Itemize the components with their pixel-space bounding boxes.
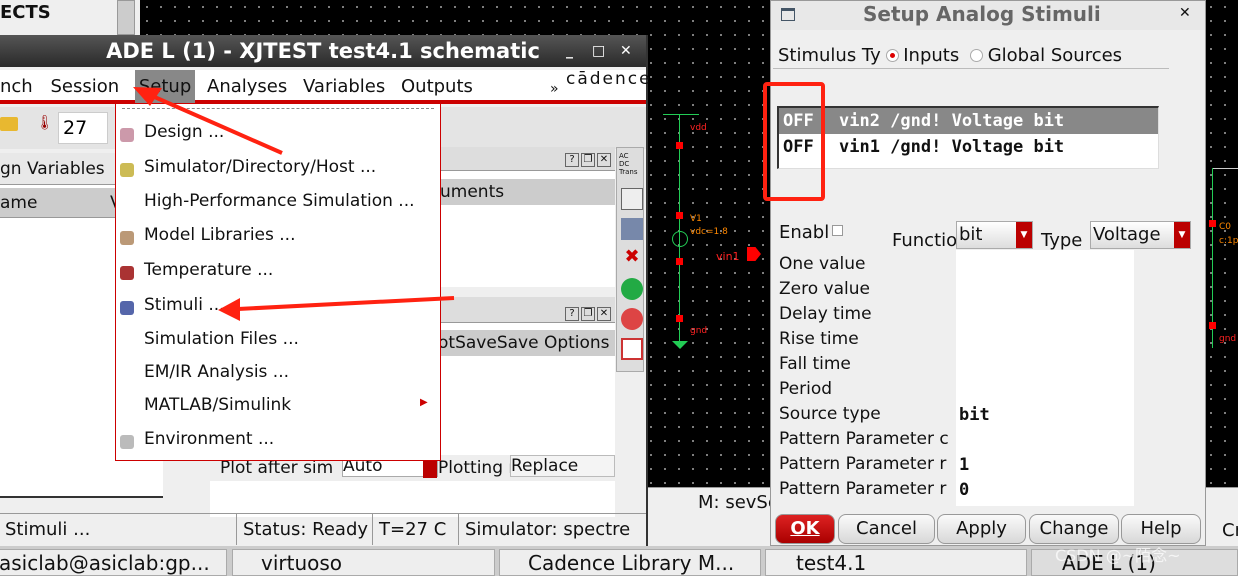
arrow-head bbox=[218, 298, 240, 321]
dialog-title: Setup Analog Stimuli bbox=[863, 2, 1101, 26]
param-label: Delay time bbox=[779, 304, 872, 324]
status-temperature: T=27 C bbox=[372, 514, 446, 545]
radio-inputs[interactable]: Inputs bbox=[886, 45, 959, 66]
param-label: Period bbox=[779, 379, 833, 399]
param-value-input[interactable] bbox=[959, 330, 1129, 353]
watermark: CSDN @~陌念~ bbox=[1055, 546, 1181, 565]
param-label: Zero value bbox=[779, 279, 870, 299]
radio-global-sources[interactable]: Global Sources bbox=[970, 45, 1122, 66]
list-item-selected[interactable]: OFF vin2 /gnd! Voltage bit bbox=[779, 108, 1158, 134]
param-label: One value bbox=[779, 254, 866, 274]
taskbar-item-terminal[interactable]: asiclab@asiclab:gp... bbox=[0, 549, 227, 576]
param-value-input[interactable] bbox=[959, 305, 1129, 328]
taskbar-item-schematic[interactable]: test4.1 bbox=[765, 549, 1027, 576]
cancel-button[interactable]: Cancel bbox=[838, 514, 935, 544]
enable-checkbox[interactable] bbox=[832, 225, 843, 236]
plotting-mode-label: Plotting r bbox=[438, 458, 516, 478]
change-button[interactable]: Change bbox=[1029, 514, 1119, 544]
instance-label: C0 bbox=[1219, 222, 1232, 232]
param-value-input[interactable] bbox=[959, 430, 1129, 453]
schematic-status-right: Cr bbox=[1222, 520, 1238, 541]
status-bar: Stimuli ... Status: Ready T=27 C Simulat… bbox=[0, 513, 646, 545]
schematic-mode-status: M: sevSe bbox=[698, 492, 779, 513]
pin-icon bbox=[747, 247, 761, 261]
setup-analog-stimuli-dialog: Setup Analog Stimuli ✕ Stimulus Ty Input… bbox=[770, 0, 1206, 546]
param-label: Pattern Parameter r bbox=[779, 479, 947, 499]
net-label: gnd bbox=[1219, 334, 1237, 344]
status-text: Status: Ready bbox=[236, 514, 368, 545]
dialog-title-bar[interactable]: Setup Analog Stimuli ✕ bbox=[771, 1, 1205, 30]
taskbar-item-virtuoso[interactable]: virtuoso bbox=[232, 549, 495, 576]
type-select[interactable]: Voltage ▼ bbox=[1090, 221, 1191, 249]
close-icon[interactable]: ✕ bbox=[1179, 5, 1191, 21]
param-label: Source type bbox=[779, 404, 881, 424]
param-value-input[interactable]: bit bbox=[959, 405, 1129, 428]
taskbar-item-library-manager[interactable]: Cadence Library M... bbox=[499, 549, 761, 576]
window-menu-icon[interactable] bbox=[781, 8, 795, 21]
status-hint: Stimuli ... bbox=[5, 519, 91, 540]
function-select[interactable]: bit ▼ bbox=[956, 221, 1033, 249]
param-label: c:1p bbox=[1219, 236, 1238, 246]
param-value-input[interactable]: 1 bbox=[959, 455, 1129, 478]
arrow-to-setup bbox=[149, 93, 283, 155]
menu-item[interactable]: Environment ... bbox=[116, 429, 438, 455]
ok-button[interactable]: OK bbox=[775, 514, 835, 544]
status-simulator: Simulator: spectre bbox=[458, 514, 630, 545]
list-item[interactable]: OFF vin1 /gnd! Voltage bit bbox=[779, 134, 1158, 160]
param-label: Rise time bbox=[779, 329, 859, 349]
param-value-input[interactable] bbox=[959, 380, 1129, 403]
plot-after-sim-label: Plot after sim bbox=[220, 458, 334, 478]
environment-icon bbox=[120, 435, 134, 449]
help-button[interactable]: Help bbox=[1121, 514, 1201, 544]
param-value-input[interactable] bbox=[959, 355, 1129, 378]
param-label: Pattern Parameter c bbox=[779, 429, 949, 449]
stimulus-type-label: Stimulus Ty bbox=[778, 45, 881, 66]
menu-item-label: Environment ... bbox=[144, 429, 275, 449]
function-label: Functio bbox=[892, 230, 958, 251]
param-label: Pattern Parameter r bbox=[779, 454, 947, 474]
apply-button[interactable]: Apply bbox=[937, 514, 1026, 544]
arrow-to-stimuli bbox=[237, 296, 455, 311]
annotation-highlight-box bbox=[763, 82, 825, 201]
schematic-canvas-right[interactable]: C0 c:1p gnd bbox=[1205, 0, 1238, 512]
param-value-input[interactable] bbox=[959, 280, 1129, 303]
plotting-mode-select[interactable]: Replace bbox=[510, 455, 615, 477]
enable-label: Enabl bbox=[779, 222, 830, 243]
annotation-arrows bbox=[133, 87, 455, 321]
pin-label: vin1 bbox=[716, 250, 740, 263]
stimuli-list[interactable]: OFF vin2 /gnd! Voltage bit OFF vin1 /gnd! … bbox=[777, 106, 1159, 169]
param-value-input[interactable] bbox=[959, 255, 1129, 278]
type-label: Type bbox=[1041, 230, 1083, 251]
param-value-input[interactable]: 0 bbox=[959, 480, 1129, 503]
param-label: Fall time bbox=[779, 354, 851, 374]
